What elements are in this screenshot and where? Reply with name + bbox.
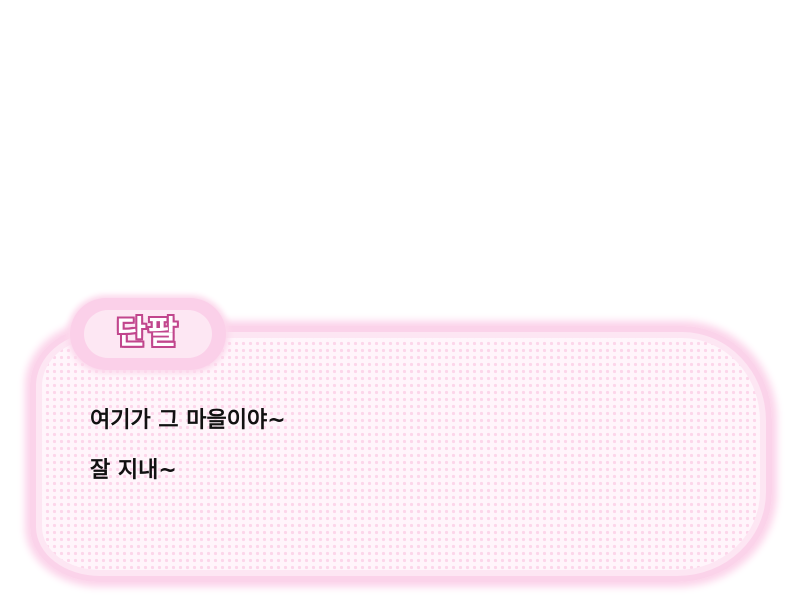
dialog-text: 여기가 그 마을이야~ 잘 지내~	[90, 396, 286, 496]
speaker-name: 단팔	[116, 313, 180, 351]
dialog-line: 잘 지내~	[90, 458, 177, 483]
game-scene: 단팔 여기가 그 마을이야~ 잘 지내~	[0, 0, 800, 600]
dialog-line: 여기가 그 마을이야~	[90, 408, 286, 433]
speaker-nameplate: 단팔	[70, 298, 226, 370]
